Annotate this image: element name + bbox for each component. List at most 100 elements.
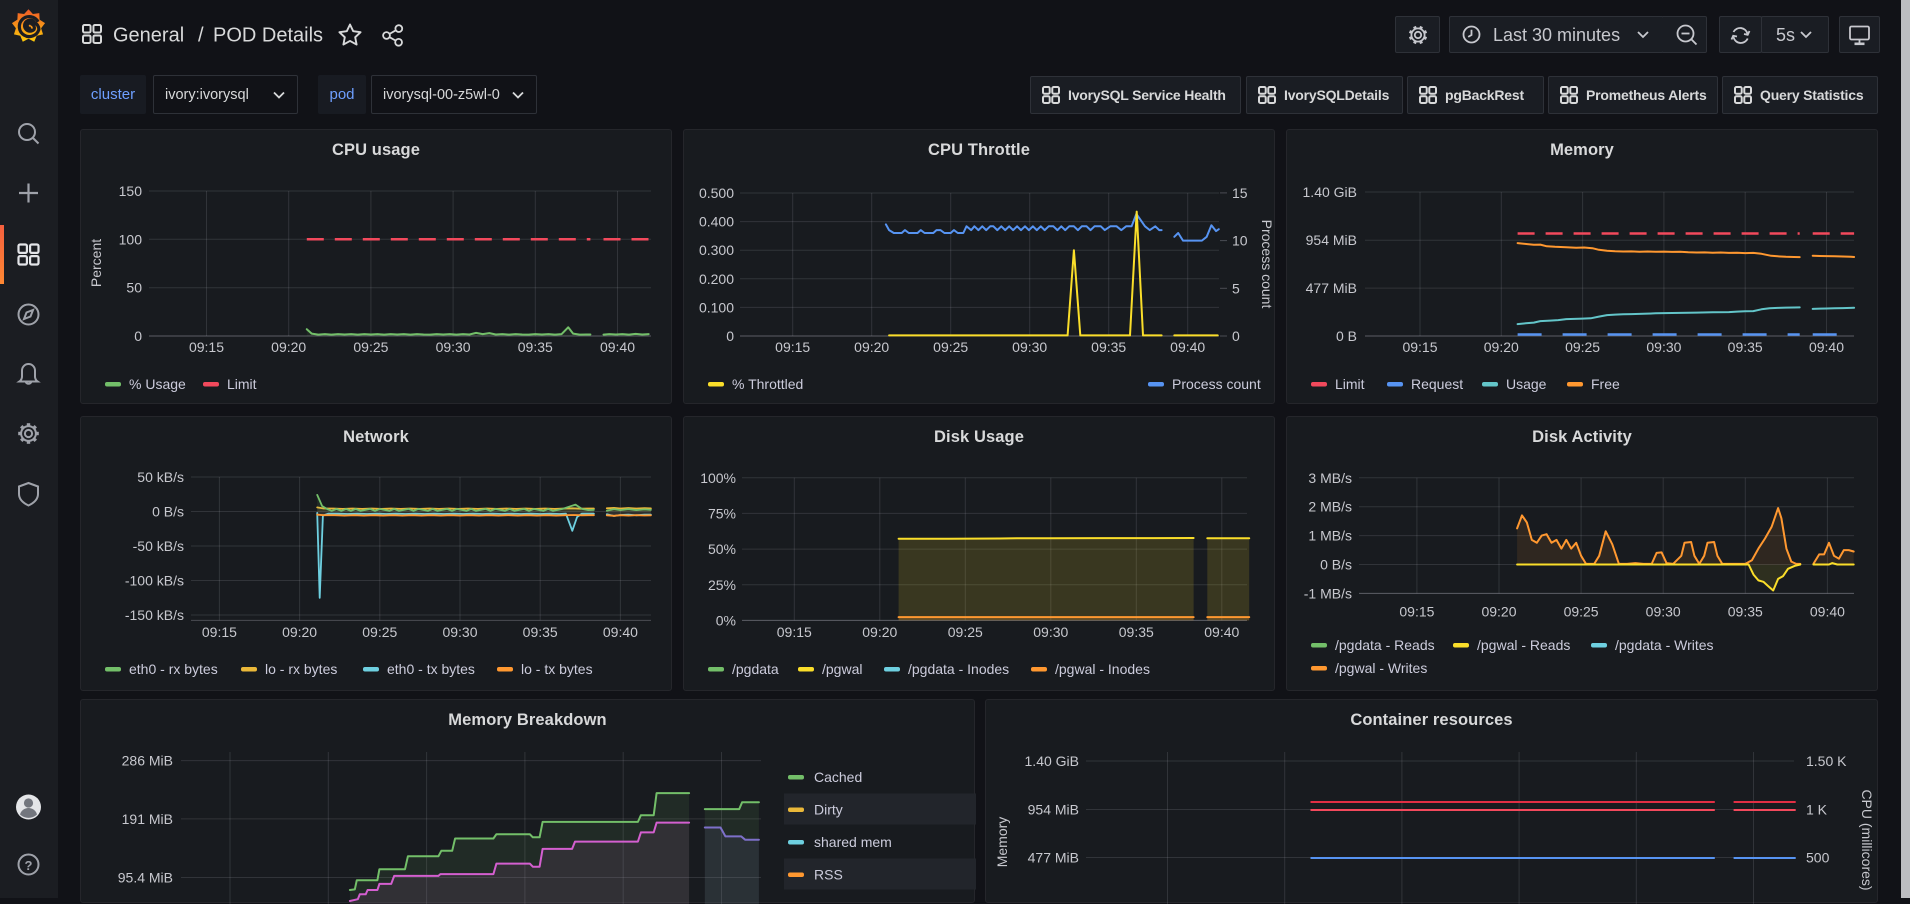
svg-text:/pgwal - Reads: /pgwal - Reads — [1477, 637, 1570, 653]
svg-text:09:25: 09:25 — [1564, 604, 1599, 620]
svg-text:191 MiB: 191 MiB — [122, 811, 173, 827]
svg-text:Memory: Memory — [994, 817, 1010, 868]
svg-text:09:35: 09:35 — [523, 624, 558, 640]
svg-text:/pgwal: /pgwal — [822, 661, 862, 677]
svg-text:09:35: 09:35 — [1728, 604, 1763, 620]
svg-text:09:15: 09:15 — [1402, 339, 1437, 355]
svg-text:0%: 0% — [716, 612, 736, 628]
svg-text:0.400: 0.400 — [699, 214, 734, 230]
svg-text:eth0 - tx bytes: eth0 - tx bytes — [387, 661, 475, 677]
svg-text:/pgdata - Inodes: /pgdata - Inodes — [908, 661, 1009, 677]
svg-text:CPU (millicores): CPU (millicores) — [1859, 789, 1875, 890]
svg-text:954 MiB: 954 MiB — [1028, 802, 1079, 818]
svg-text:10: 10 — [1232, 233, 1248, 249]
svg-text:95.4 MiB: 95.4 MiB — [118, 870, 173, 886]
svg-text:Limit: Limit — [227, 376, 257, 392]
svg-text:/pgdata: /pgdata — [732, 661, 779, 677]
svg-text:?: ? — [25, 858, 33, 873]
svg-text:-50 kB/s: -50 kB/s — [133, 538, 184, 554]
svg-text:1 K: 1 K — [1806, 802, 1828, 818]
svg-text:Limit: Limit — [1335, 376, 1365, 392]
svg-text:/pgdata - Writes: /pgdata - Writes — [1615, 637, 1714, 653]
svg-text:09:20: 09:20 — [282, 624, 317, 640]
svg-text:477 MiB: 477 MiB — [1028, 850, 1079, 866]
svg-text:Usage: Usage — [1506, 376, 1547, 392]
svg-text:09:30: 09:30 — [436, 339, 471, 355]
svg-text:1.40 GiB: 1.40 GiB — [1303, 184, 1357, 200]
svg-text:09:15: 09:15 — [777, 624, 812, 640]
svg-text:lo - rx bytes: lo - rx bytes — [265, 661, 337, 677]
svg-text:15: 15 — [1232, 185, 1248, 201]
svg-text:0: 0 — [1232, 328, 1240, 344]
svg-text:/: / — [198, 25, 204, 47]
svg-text:-150 kB/s: -150 kB/s — [125, 607, 184, 623]
svg-text:09:40: 09:40 — [600, 339, 635, 355]
svg-text:75%: 75% — [708, 505, 736, 521]
svg-text:09:30: 09:30 — [1033, 624, 1068, 640]
svg-text:100: 100 — [119, 231, 143, 247]
svg-text:09:25: 09:25 — [362, 624, 397, 640]
svg-text:09:20: 09:20 — [1481, 604, 1516, 620]
svg-text:09:20: 09:20 — [862, 624, 897, 640]
svg-text:0.500: 0.500 — [699, 185, 734, 201]
svg-text:954 MiB: 954 MiB — [1306, 232, 1357, 248]
svg-text:09:15: 09:15 — [189, 339, 224, 355]
svg-text:09:40: 09:40 — [1204, 624, 1239, 640]
svg-text:1 MB/s: 1 MB/s — [1308, 528, 1352, 544]
svg-text:09:15: 09:15 — [775, 339, 810, 355]
svg-text:Dirty: Dirty — [814, 802, 843, 818]
svg-text:0 B/s: 0 B/s — [1320, 557, 1352, 573]
svg-text:POD Details: POD Details — [213, 25, 323, 47]
svg-text:09:35: 09:35 — [1119, 624, 1154, 640]
svg-text:shared mem: shared mem — [814, 834, 892, 850]
svg-text:-100 kB/s: -100 kB/s — [125, 573, 184, 589]
svg-text:09:25: 09:25 — [1565, 339, 1600, 355]
svg-text:286 MiB: 286 MiB — [122, 753, 173, 769]
svg-text:09:25: 09:25 — [948, 624, 983, 640]
svg-text:09:35: 09:35 — [518, 339, 553, 355]
svg-text:Cached: Cached — [814, 769, 862, 785]
svg-text:09:40: 09:40 — [1810, 604, 1845, 620]
svg-text:lo - tx bytes: lo - tx bytes — [521, 661, 593, 677]
svg-text:09:25: 09:25 — [933, 339, 968, 355]
svg-text:50 kB/s: 50 kB/s — [137, 469, 184, 485]
svg-text:RSS: RSS — [814, 867, 843, 883]
svg-text:3 MB/s: 3 MB/s — [1308, 470, 1352, 486]
svg-text:General: General — [113, 25, 184, 47]
svg-text:% Throttled: % Throttled — [732, 376, 803, 392]
svg-text:0.200: 0.200 — [699, 271, 734, 287]
svg-text:Last 30 minutes: Last 30 minutes — [1493, 25, 1620, 45]
svg-text:50%: 50% — [708, 541, 736, 557]
svg-text:09:30: 09:30 — [442, 624, 477, 640]
svg-text:Free: Free — [1591, 376, 1620, 392]
svg-text:09:15: 09:15 — [1399, 604, 1434, 620]
svg-text:500: 500 — [1806, 850, 1830, 866]
svg-text:09:25: 09:25 — [353, 339, 388, 355]
svg-text:09:40: 09:40 — [1170, 339, 1205, 355]
svg-text:09:30: 09:30 — [1012, 339, 1047, 355]
svg-text:-1 MB/s: -1 MB/s — [1304, 585, 1352, 601]
svg-text:09:30: 09:30 — [1646, 604, 1681, 620]
svg-text:0 B/s: 0 B/s — [152, 504, 184, 520]
svg-text:5: 5 — [1232, 280, 1240, 296]
svg-text:09:40: 09:40 — [603, 624, 638, 640]
svg-text:09:20: 09:20 — [271, 339, 306, 355]
svg-text:25%: 25% — [708, 577, 736, 593]
svg-text:1.50 K: 1.50 K — [1806, 753, 1847, 769]
svg-text:09:20: 09:20 — [854, 339, 889, 355]
svg-text:Percent: Percent — [88, 239, 104, 287]
svg-text:50: 50 — [126, 280, 142, 296]
svg-text:09:20: 09:20 — [1484, 339, 1519, 355]
svg-text:09:15: 09:15 — [202, 624, 237, 640]
svg-text:0.300: 0.300 — [699, 242, 734, 258]
svg-text:Process count: Process count — [1259, 220, 1275, 309]
svg-text:09:30: 09:30 — [1646, 339, 1681, 355]
svg-text:09:35: 09:35 — [1091, 339, 1126, 355]
svg-text:0: 0 — [726, 328, 734, 344]
svg-text:0: 0 — [134, 328, 142, 344]
svg-text:477 MiB: 477 MiB — [1306, 280, 1357, 296]
svg-text:eth0 - rx bytes: eth0 - rx bytes — [129, 661, 218, 677]
svg-text:100%: 100% — [700, 470, 736, 486]
svg-text:5s: 5s — [1776, 25, 1795, 45]
svg-text:2 MB/s: 2 MB/s — [1308, 499, 1352, 515]
